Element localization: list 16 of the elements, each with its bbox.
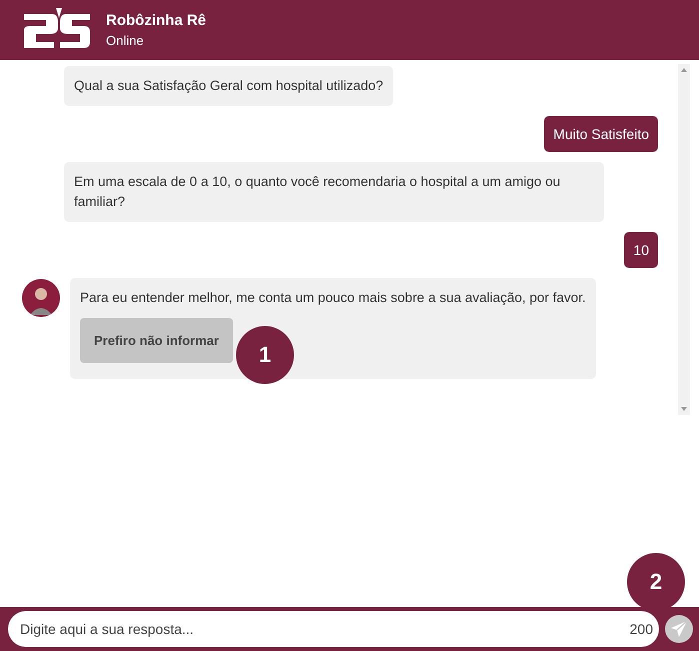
scroll-up-icon[interactable] (680, 66, 688, 74)
scroll-down-icon[interactable] (680, 405, 688, 413)
bot-message: Qual a sua Satisfação Geral com hospital utilizado? (64, 66, 394, 106)
online-status: Online (106, 33, 145, 48)
bot-name: Robôzinha Rê (106, 12, 206, 29)
character-counter: 200 (626, 611, 659, 647)
bot-message: Em uma escala de 0 a 10, o quanto você recomendaria o hospital a um amigo ou familiar? (64, 162, 604, 222)
avatar-icon (22, 279, 60, 317)
user-message: 10 (624, 232, 658, 268)
scrollbar[interactable] (678, 64, 690, 415)
bot-message: Para eu entender melhor, me conta um pouco mais sobre a sua avaliação, por favor. (80, 290, 586, 305)
quick-reply-button[interactable]: Prefiro não informar (80, 318, 233, 363)
send-icon (670, 620, 688, 638)
send-button[interactable] (665, 615, 693, 643)
user-message: Muito Satisfeito (544, 116, 658, 152)
message-input-field[interactable]: Digite aqui a sua resposta... (8, 611, 626, 647)
